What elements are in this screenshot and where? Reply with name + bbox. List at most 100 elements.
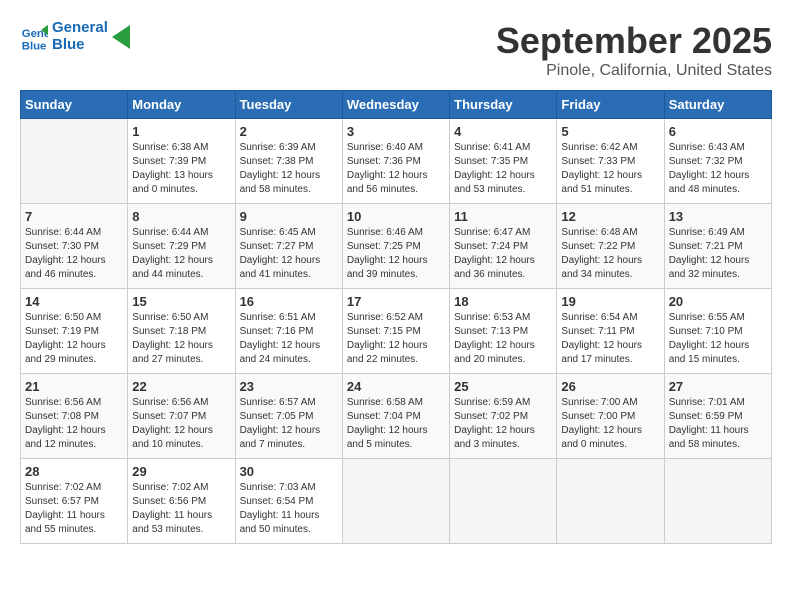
calendar-cell: 20 Sunrise: 6:55 AMSunset: 7:10 PMDaylig…: [664, 289, 771, 374]
calendar-cell: [21, 119, 128, 204]
calendar-cell: 1 Sunrise: 6:38 AMSunset: 7:39 PMDayligh…: [128, 119, 235, 204]
day-number: 21: [25, 379, 123, 394]
calendar-cell: 27 Sunrise: 7:01 AMSunset: 6:59 PMDaylig…: [664, 374, 771, 459]
cell-info: Sunrise: 7:02 AMSunset: 6:57 PMDaylight:…: [25, 481, 123, 537]
calendar-cell: 14 Sunrise: 6:50 AMSunset: 7:19 PMDaylig…: [21, 289, 128, 374]
weekday-header: Sunday: [21, 91, 128, 119]
calendar-cell: 18 Sunrise: 6:53 AMSunset: 7:13 PMDaylig…: [450, 289, 557, 374]
cell-info: Sunrise: 6:50 AMSunset: 7:19 PMDaylight:…: [25, 311, 123, 367]
cell-info: Sunrise: 6:56 AMSunset: 7:08 PMDaylight:…: [25, 396, 123, 452]
logo-icon: General Blue: [20, 23, 48, 51]
cell-info: Sunrise: 6:59 AMSunset: 7:02 PMDaylight:…: [454, 396, 552, 452]
calendar-cell: 16 Sunrise: 6:51 AMSunset: 7:16 PMDaylig…: [235, 289, 342, 374]
day-number: 27: [669, 379, 767, 394]
calendar-cell: 10 Sunrise: 6:46 AMSunset: 7:25 PMDaylig…: [342, 204, 449, 289]
cell-info: Sunrise: 6:58 AMSunset: 7:04 PMDaylight:…: [347, 396, 445, 452]
day-number: 7: [25, 209, 123, 224]
day-number: 23: [240, 379, 338, 394]
day-number: 1: [132, 124, 230, 139]
cell-info: Sunrise: 6:47 AMSunset: 7:24 PMDaylight:…: [454, 226, 552, 282]
cell-info: Sunrise: 6:38 AMSunset: 7:39 PMDaylight:…: [132, 141, 230, 197]
calendar-cell: 24 Sunrise: 6:58 AMSunset: 7:04 PMDaylig…: [342, 374, 449, 459]
cell-info: Sunrise: 6:56 AMSunset: 7:07 PMDaylight:…: [132, 396, 230, 452]
page-header: General Blue General Blue September 2025…: [20, 20, 772, 80]
cell-info: Sunrise: 6:49 AMSunset: 7:21 PMDaylight:…: [669, 226, 767, 282]
calendar-cell: 22 Sunrise: 6:56 AMSunset: 7:07 PMDaylig…: [128, 374, 235, 459]
day-number: 3: [347, 124, 445, 139]
weekday-header: Thursday: [450, 91, 557, 119]
logo-subtext: Blue: [52, 37, 108, 54]
cell-info: Sunrise: 6:41 AMSunset: 7:35 PMDaylight:…: [454, 141, 552, 197]
cell-info: Sunrise: 6:46 AMSunset: 7:25 PMDaylight:…: [347, 226, 445, 282]
calendar-cell: 30 Sunrise: 7:03 AMSunset: 6:54 PMDaylig…: [235, 459, 342, 544]
day-number: 28: [25, 464, 123, 479]
calendar-week-row: 7 Sunrise: 6:44 AMSunset: 7:30 PMDayligh…: [21, 204, 772, 289]
calendar-cell: 26 Sunrise: 7:00 AMSunset: 7:00 PMDaylig…: [557, 374, 664, 459]
cell-info: Sunrise: 6:52 AMSunset: 7:15 PMDaylight:…: [347, 311, 445, 367]
cell-info: Sunrise: 6:48 AMSunset: 7:22 PMDaylight:…: [561, 226, 659, 282]
cell-info: Sunrise: 7:02 AMSunset: 6:56 PMDaylight:…: [132, 481, 230, 537]
day-number: 14: [25, 294, 123, 309]
cell-info: Sunrise: 7:00 AMSunset: 7:00 PMDaylight:…: [561, 396, 659, 452]
calendar-cell: 12 Sunrise: 6:48 AMSunset: 7:22 PMDaylig…: [557, 204, 664, 289]
calendar-cell: 7 Sunrise: 6:44 AMSunset: 7:30 PMDayligh…: [21, 204, 128, 289]
calendar-cell: 9 Sunrise: 6:45 AMSunset: 7:27 PMDayligh…: [235, 204, 342, 289]
calendar-cell: 4 Sunrise: 6:41 AMSunset: 7:35 PMDayligh…: [450, 119, 557, 204]
day-number: 4: [454, 124, 552, 139]
title-area: September 2025 Pinole, California, Unite…: [496, 20, 772, 80]
cell-info: Sunrise: 6:40 AMSunset: 7:36 PMDaylight:…: [347, 141, 445, 197]
cell-info: Sunrise: 6:44 AMSunset: 7:30 PMDaylight:…: [25, 226, 123, 282]
svg-text:Blue: Blue: [22, 40, 47, 51]
calendar-cell: 19 Sunrise: 6:54 AMSunset: 7:11 PMDaylig…: [557, 289, 664, 374]
calendar-cell: 21 Sunrise: 6:56 AMSunset: 7:08 PMDaylig…: [21, 374, 128, 459]
calendar-cell: [664, 459, 771, 544]
weekday-header: Saturday: [664, 91, 771, 119]
day-number: 15: [132, 294, 230, 309]
weekday-header: Monday: [128, 91, 235, 119]
day-number: 25: [454, 379, 552, 394]
calendar-cell: 11 Sunrise: 6:47 AMSunset: 7:24 PMDaylig…: [450, 204, 557, 289]
calendar-cell: [450, 459, 557, 544]
cell-info: Sunrise: 6:45 AMSunset: 7:27 PMDaylight:…: [240, 226, 338, 282]
day-number: 24: [347, 379, 445, 394]
month-title: September 2025: [496, 20, 772, 62]
weekday-header: Tuesday: [235, 91, 342, 119]
weekday-header: Friday: [557, 91, 664, 119]
day-number: 10: [347, 209, 445, 224]
calendar-week-row: 1 Sunrise: 6:38 AMSunset: 7:39 PMDayligh…: [21, 119, 772, 204]
calendar-cell: 23 Sunrise: 6:57 AMSunset: 7:05 PMDaylig…: [235, 374, 342, 459]
calendar-cell: 25 Sunrise: 6:59 AMSunset: 7:02 PMDaylig…: [450, 374, 557, 459]
logo: General Blue General Blue: [20, 20, 130, 53]
cell-info: Sunrise: 6:50 AMSunset: 7:18 PMDaylight:…: [132, 311, 230, 367]
day-number: 5: [561, 124, 659, 139]
cell-info: Sunrise: 6:54 AMSunset: 7:11 PMDaylight:…: [561, 311, 659, 367]
day-number: 22: [132, 379, 230, 394]
cell-info: Sunrise: 6:44 AMSunset: 7:29 PMDaylight:…: [132, 226, 230, 282]
calendar-week-row: 28 Sunrise: 7:02 AMSunset: 6:57 PMDaylig…: [21, 459, 772, 544]
day-number: 19: [561, 294, 659, 309]
calendar-cell: 17 Sunrise: 6:52 AMSunset: 7:15 PMDaylig…: [342, 289, 449, 374]
day-number: 11: [454, 209, 552, 224]
cell-info: Sunrise: 6:53 AMSunset: 7:13 PMDaylight:…: [454, 311, 552, 367]
weekday-header: Wednesday: [342, 91, 449, 119]
day-number: 18: [454, 294, 552, 309]
day-number: 2: [240, 124, 338, 139]
cell-info: Sunrise: 7:03 AMSunset: 6:54 PMDaylight:…: [240, 481, 338, 537]
calendar-cell: 8 Sunrise: 6:44 AMSunset: 7:29 PMDayligh…: [128, 204, 235, 289]
calendar-cell: 13 Sunrise: 6:49 AMSunset: 7:21 PMDaylig…: [664, 204, 771, 289]
calendar-cell: 15 Sunrise: 6:50 AMSunset: 7:18 PMDaylig…: [128, 289, 235, 374]
day-number: 30: [240, 464, 338, 479]
cell-info: Sunrise: 6:57 AMSunset: 7:05 PMDaylight:…: [240, 396, 338, 452]
calendar-cell: [342, 459, 449, 544]
cell-info: Sunrise: 6:43 AMSunset: 7:32 PMDaylight:…: [669, 141, 767, 197]
logo-text: General: [52, 20, 108, 37]
calendar-table: SundayMondayTuesdayWednesdayThursdayFrid…: [20, 90, 772, 544]
day-number: 17: [347, 294, 445, 309]
day-number: 29: [132, 464, 230, 479]
calendar-cell: 5 Sunrise: 6:42 AMSunset: 7:33 PMDayligh…: [557, 119, 664, 204]
calendar-cell: 6 Sunrise: 6:43 AMSunset: 7:32 PMDayligh…: [664, 119, 771, 204]
calendar-week-row: 14 Sunrise: 6:50 AMSunset: 7:19 PMDaylig…: [21, 289, 772, 374]
cell-info: Sunrise: 6:55 AMSunset: 7:10 PMDaylight:…: [669, 311, 767, 367]
day-number: 9: [240, 209, 338, 224]
calendar-cell: 3 Sunrise: 6:40 AMSunset: 7:36 PMDayligh…: [342, 119, 449, 204]
